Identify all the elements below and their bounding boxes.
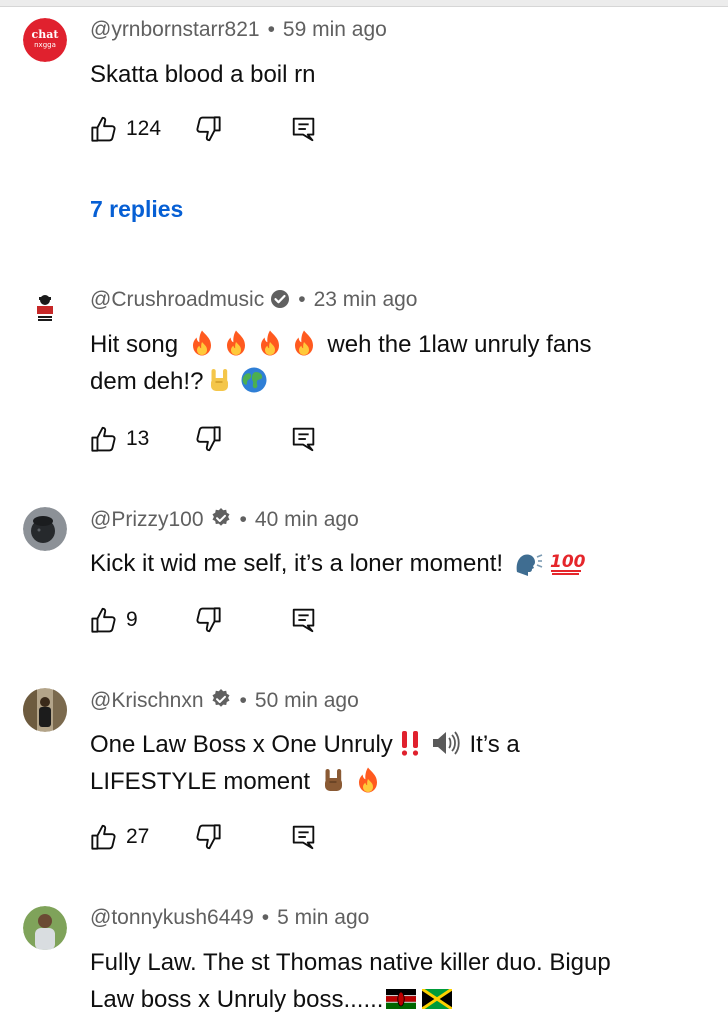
comment-text-line: dem deh!? (90, 368, 204, 395)
avatar-logo-text: chat (32, 28, 60, 41)
like-button[interactable]: 124 (90, 114, 161, 144)
comment-text-line: One Law Boss x One Unruly (90, 731, 393, 758)
reply-comment-icon (290, 425, 318, 453)
separator-dot: • (267, 18, 275, 41)
top-divider (0, 0, 728, 7)
comment-time[interactable]: 50 min ago (255, 689, 359, 712)
double-exclamation-emoji-icon (396, 729, 424, 757)
comment-actions: 124 (90, 114, 390, 144)
thumbs-down-icon (194, 425, 222, 453)
avatar[interactable] (30, 292, 60, 322)
dislike-button[interactable] (194, 424, 222, 454)
comment-author[interactable]: @Krischnxn (90, 689, 204, 712)
comment-text: One Law Boss x One Unruly It’s a LIFESTY… (90, 726, 690, 800)
speaking-head-emoji-icon (513, 548, 543, 576)
separator-dot: • (239, 689, 247, 712)
separator-dot: • (239, 508, 247, 531)
comment-author[interactable]: @yrnbornstarr821 (90, 18, 260, 41)
view-replies-link[interactable]: 7 replies (90, 196, 183, 223)
reply-comment-icon (290, 606, 318, 634)
comment-text-line: Fully Law. The st Thomas native killer d… (90, 949, 611, 976)
comment-text: Skatta blood a boil rn (90, 56, 690, 93)
reply-comment-icon (290, 115, 318, 143)
comment-author[interactable]: @tonnykush6449 (90, 906, 254, 929)
comment-actions: 27 (90, 822, 390, 852)
avatar[interactable] (23, 688, 67, 732)
comment-text-line: Skatta blood a boil rn (90, 61, 316, 88)
comment-time[interactable]: 40 min ago (255, 508, 359, 531)
like-button[interactable]: 9 (90, 605, 138, 635)
like-button[interactable]: 13 (90, 424, 149, 454)
thumbs-up-icon (90, 115, 118, 143)
comment-text-line: It’s a (469, 731, 520, 758)
like-count: 27 (126, 825, 150, 848)
thumbs-up-icon (90, 823, 118, 851)
reply-button[interactable] (290, 605, 318, 635)
comment-meta: @yrnbornstarr821 • 59 min ago (90, 18, 387, 42)
rock-hand-emoji-icon (320, 766, 348, 794)
comment-text: Hit song weh the 1law unruly fans dem de… (90, 326, 690, 400)
comment-meta: @Krischnxn • 50 min ago (90, 688, 359, 713)
comment-time[interactable]: 23 min ago (314, 288, 418, 311)
comment-author[interactable]: @Crushroadmusic (90, 288, 264, 311)
avatar[interactable] (23, 906, 67, 950)
comment-meta: @tonnykush6449 • 5 min ago (90, 906, 369, 930)
jamaica-flag-emoji-icon (422, 989, 452, 1009)
fire-emoji-icon (188, 329, 216, 357)
rock-hand-emoji-icon (206, 366, 234, 394)
reply-button[interactable] (290, 424, 318, 454)
comment-actions: 13 (90, 424, 390, 454)
dislike-button[interactable] (194, 822, 222, 852)
verified-badge-icon (210, 688, 232, 710)
globe-emoji-icon (240, 366, 268, 394)
fire-emoji-icon (222, 329, 250, 357)
comment-text-line: Kick it wid me self, it’s a loner moment… (90, 550, 504, 577)
fire-emoji-icon (290, 329, 318, 357)
thumbs-down-icon (194, 823, 222, 851)
comment-meta: @Crushroadmusic • 23 min ago (90, 288, 417, 312)
verified-badge-icon (270, 289, 290, 309)
reply-button[interactable] (290, 822, 318, 852)
comment-meta: @Prizzy100 • 40 min ago (90, 507, 359, 532)
thumbs-down-icon (194, 115, 222, 143)
like-button[interactable]: 27 (90, 822, 149, 852)
like-count: 9 (126, 608, 138, 631)
reply-button[interactable] (290, 114, 318, 144)
comment-author[interactable]: @Prizzy100 (90, 508, 204, 531)
verified-badge-icon (210, 507, 232, 529)
thumbs-up-icon (90, 606, 118, 634)
fire-emoji-icon (256, 329, 284, 357)
separator-dot: • (298, 288, 306, 311)
comment-text-line: weh the 1law unruly fans (327, 331, 592, 358)
avatar[interactable]: chat nxgga (23, 18, 67, 62)
fire-emoji-icon (354, 766, 382, 794)
speaker-emoji-icon (430, 729, 460, 757)
comment-time[interactable]: 59 min ago (283, 18, 387, 41)
dislike-button[interactable] (194, 114, 222, 144)
hundred-points-emoji-icon (549, 548, 585, 576)
avatar[interactable] (23, 507, 67, 551)
comment-actions: 9 (90, 605, 390, 635)
thumbs-down-icon (194, 606, 222, 634)
comment-time[interactable]: 5 min ago (277, 906, 369, 929)
dislike-button[interactable] (194, 605, 222, 635)
comment-text: Fully Law. The st Thomas native killer d… (90, 944, 720, 1018)
comment-text-line: Hit song (90, 331, 179, 358)
reply-comment-icon (290, 823, 318, 851)
avatar-logo-subtext: nxgga (34, 41, 56, 49)
comment-text-line: LIFESTYLE moment (90, 768, 311, 795)
comment-text: Kick it wid me self, it’s a loner moment… (90, 545, 690, 582)
kenya-flag-emoji-icon (386, 989, 416, 1009)
separator-dot: • (261, 906, 270, 929)
like-count: 13 (126, 427, 150, 450)
comment-text-line: Law boss x Unruly boss...... (90, 986, 384, 1013)
like-count: 124 (126, 117, 162, 140)
thumbs-up-icon (90, 425, 118, 453)
